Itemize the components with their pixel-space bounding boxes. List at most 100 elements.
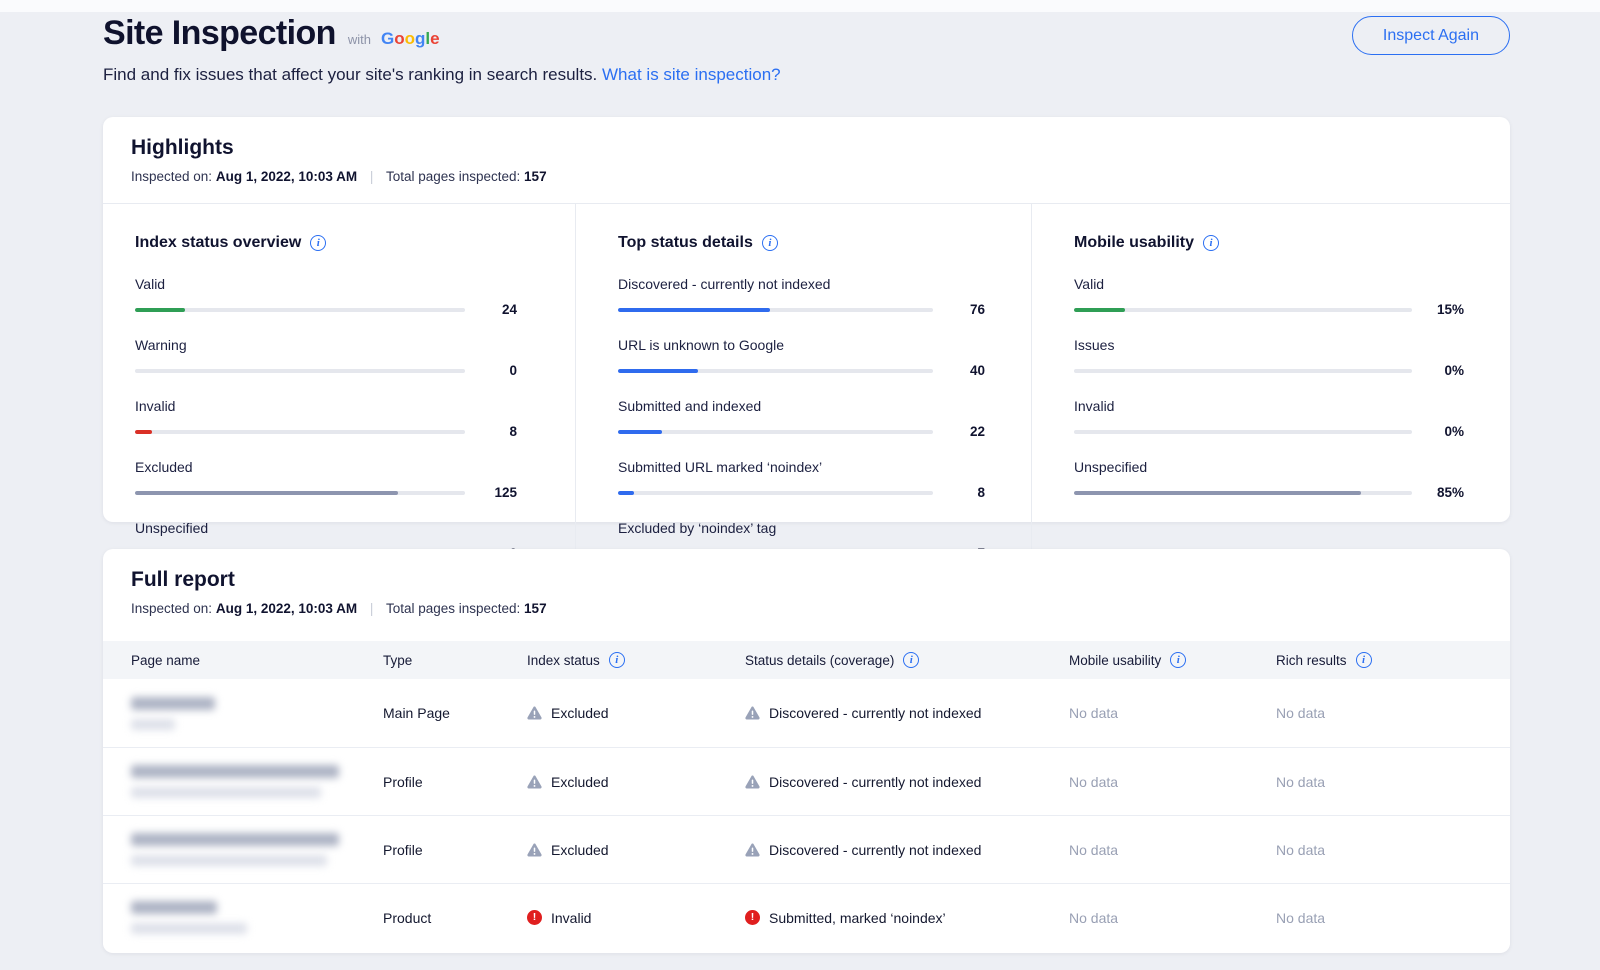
metric-label: Issues	[1074, 337, 1464, 353]
metric-value: 22	[933, 424, 985, 439]
table-row[interactable]: ProfileExcludedDiscovered - currently no…	[103, 815, 1510, 883]
highlights-meta: Inspected on: Aug 1, 2022, 10:03 AM | To…	[131, 169, 1482, 184]
metric-value: 125	[465, 485, 517, 500]
rich-results-cell: No data	[1276, 842, 1510, 858]
highlight-column-title: Mobile usabilityi	[1074, 234, 1464, 252]
metric-label: Warning	[135, 337, 517, 353]
warning-triangle-icon	[745, 706, 760, 720]
metric-label: Excluded	[135, 459, 517, 475]
index-status-text: Excluded	[551, 842, 609, 858]
page-header: Site Inspection with Google Find and fix…	[103, 14, 1510, 85]
metric-item: Submitted URL marked ‘noindex’8	[618, 459, 985, 500]
metric-item: Valid15%	[1074, 276, 1464, 317]
metric-label: Unspecified	[135, 520, 517, 536]
highlight-column-title: Index status overviewi	[135, 234, 517, 252]
warning-triangle-icon	[745, 843, 760, 857]
mobile-usability-cell: No data	[1069, 842, 1276, 858]
coverage-text: Discovered - currently not indexed	[769, 705, 981, 721]
info-icon[interactable]: i	[609, 652, 625, 668]
metric-bar	[618, 308, 933, 312]
warning-triangle-icon	[745, 775, 760, 789]
index-status-cell: Excluded	[527, 774, 745, 790]
meta-divider: |	[370, 169, 374, 184]
coverage-cell: ! Submitted, marked ‘noindex’	[745, 910, 1069, 926]
metric-label: URL is unknown to Google	[618, 337, 985, 353]
coverage-text: Submitted, marked ‘noindex’	[769, 910, 946, 926]
info-icon[interactable]: i	[310, 235, 326, 251]
metric-item: Unspecified85%	[1074, 459, 1464, 500]
column-header-label: Index status	[527, 653, 600, 668]
warning-triangle-icon	[527, 775, 542, 789]
inspect-again-button[interactable]: Inspect Again	[1352, 16, 1510, 55]
column-header-label: Rich results	[1276, 653, 1347, 668]
what-is-site-inspection-link[interactable]: What is site inspection?	[602, 65, 781, 84]
column-header: Rich results i	[1276, 652, 1510, 668]
table-row[interactable]: Product!Invalid!Submitted, marked ‘noind…	[103, 883, 1510, 951]
google-letter: g	[415, 29, 425, 48]
redacted-title	[131, 901, 217, 914]
metric-item: Warning0	[135, 337, 517, 378]
metric-bar-fill	[618, 430, 662, 434]
metric-item: Issues 0%	[1074, 337, 1464, 378]
column-title-text: Top status details	[618, 234, 753, 252]
mobile-usability-cell: No data	[1069, 705, 1276, 721]
metric-bar-fill	[1074, 491, 1361, 495]
rich-results-cell: No data	[1276, 910, 1510, 926]
highlight-column: Mobile usabilityi Valid15% Issues 0% Invalid…	[1031, 204, 1510, 581]
full-report-meta: Inspected on: Aug 1, 2022, 10:03 AM | To…	[131, 601, 1482, 616]
metric-label: Invalid	[1074, 398, 1464, 414]
google-letter: o	[394, 29, 404, 48]
column-header-label: Status details (coverage)	[745, 653, 894, 668]
highlights-title: Highlights	[131, 136, 1482, 160]
metric-value: 8	[933, 485, 985, 500]
table-body: Main Page Excluded Discovered - currently …	[103, 679, 1510, 951]
metric-value: 0%	[1412, 363, 1464, 378]
page-name-redacted	[131, 697, 383, 730]
metric-label: Valid	[135, 276, 517, 292]
metric-label: Submitted and indexed	[618, 398, 985, 414]
with-label: with	[348, 32, 371, 47]
metric-bar	[618, 369, 933, 373]
info-icon[interactable]: i	[1356, 652, 1372, 668]
total-pages-label: Total pages inspected:	[386, 169, 520, 184]
full-report-title: Full report	[131, 568, 1482, 592]
error-circle-icon: !	[745, 910, 760, 925]
redacted-title	[131, 765, 339, 778]
index-status-text: Excluded	[551, 774, 609, 790]
highlight-column: Index status overviewiValid24Warning0Inv…	[103, 204, 575, 581]
top-strip	[0, 0, 1600, 12]
full-report-header: Full report Inspected on: Aug 1, 2022, 1…	[103, 549, 1510, 641]
info-icon[interactable]: i	[1170, 652, 1186, 668]
mobile-usability-cell: No data	[1069, 774, 1276, 790]
info-icon[interactable]: i	[903, 652, 919, 668]
metric-bar-fill	[618, 369, 698, 373]
column-header: Type	[383, 653, 527, 668]
highlight-column-title: Top status details i	[618, 234, 985, 252]
redacted-title	[131, 833, 339, 846]
coverage-text: Discovered - currently not indexed	[769, 842, 981, 858]
google-logo: Google	[381, 29, 440, 49]
metric-value: 8	[465, 424, 517, 439]
inspected-on-value: Aug 1, 2022, 10:03 AM	[216, 169, 357, 184]
redacted-subtitle	[131, 855, 327, 866]
subtitle-text: Find and fix issues that affect your sit…	[103, 65, 597, 84]
metric-bar	[135, 369, 465, 373]
index-status-text: Excluded	[551, 705, 609, 721]
highlights-columns: Index status overviewiValid24Warning0Inv…	[103, 204, 1510, 521]
column-header-label: Type	[383, 653, 412, 668]
info-icon[interactable]: i	[762, 235, 778, 251]
column-header: Status details (coverage) i	[745, 652, 1069, 668]
google-letter: G	[381, 29, 394, 48]
page-title: Site Inspection	[103, 14, 336, 53]
table-row[interactable]: Main Page Excluded Discovered - currently …	[103, 679, 1510, 747]
warning-triangle-icon	[527, 843, 542, 857]
page-type-cell: Main Page	[383, 705, 527, 721]
coverage-cell: Discovered - currently not indexed	[745, 774, 1069, 790]
column-header: Page name	[131, 653, 383, 668]
table-row[interactable]: ProfileExcludedDiscovered - currently no…	[103, 747, 1510, 815]
metric-value: 0%	[1412, 424, 1464, 439]
full-report-card: Full report Inspected on: Aug 1, 2022, 1…	[103, 549, 1510, 953]
metric-bar	[1074, 491, 1412, 495]
info-icon[interactable]: i	[1203, 235, 1219, 251]
inspected-on-label: Inspected on:	[131, 169, 212, 184]
